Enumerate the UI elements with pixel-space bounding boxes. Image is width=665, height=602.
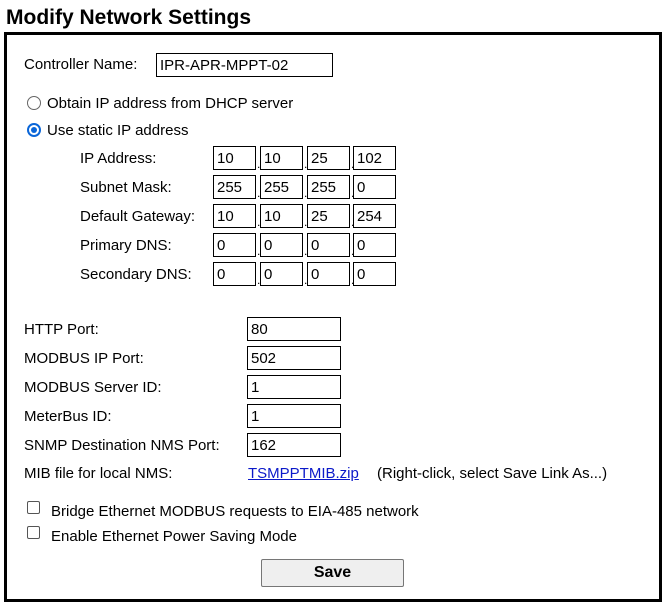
save-button[interactable]: Save — [261, 559, 404, 587]
default-gateway-octet-2[interactable] — [260, 204, 303, 228]
snmp-nms-port-input[interactable] — [247, 433, 341, 457]
primary-dns-label: Primary DNS: — [80, 237, 172, 254]
dhcp-radio[interactable] — [27, 96, 41, 110]
ip-address-octet-1[interactable] — [213, 146, 256, 170]
ip-address-label: IP Address: — [80, 150, 157, 167]
modbus-server-id-input[interactable] — [247, 375, 341, 399]
http-port-input[interactable] — [247, 317, 341, 341]
secondary-dns-octet-4[interactable] — [353, 262, 396, 286]
network-settings-panel: Controller Name: Obtain IP address from … — [4, 32, 662, 602]
primary-dns-octet-1[interactable] — [213, 233, 256, 257]
subnet-mask-octet-2[interactable] — [260, 175, 303, 199]
static-ip-radio-label[interactable]: Use static IP address — [47, 122, 188, 140]
default-gateway-octet-3[interactable] — [307, 204, 350, 228]
primary-dns-octet-2[interactable] — [260, 233, 303, 257]
static-ip-radio[interactable] — [27, 123, 41, 137]
secondary-dns-label: Secondary DNS: — [80, 266, 192, 283]
bridge-modbus-checkbox[interactable] — [27, 501, 40, 514]
power-saving-checkbox[interactable] — [27, 526, 40, 539]
default-gateway-label: Default Gateway: — [80, 208, 196, 225]
default-gateway-octet-1[interactable] — [213, 204, 256, 228]
primary-dns-octet-3[interactable] — [307, 233, 350, 257]
subnet-mask-octet-4[interactable] — [353, 175, 396, 199]
controller-name-label: Controller Name: — [24, 56, 138, 73]
power-saving-label[interactable]: Enable Ethernet Power Saving Mode — [51, 528, 297, 546]
http-port-label: HTTP Port: — [24, 321, 99, 338]
modbus-ip-port-input[interactable] — [247, 346, 341, 370]
subnet-mask-octet-3[interactable] — [307, 175, 350, 199]
mib-file-label: MIB file for local NMS: — [24, 465, 173, 482]
bridge-modbus-label[interactable]: Bridge Ethernet MODBUS requests to EIA-4… — [51, 503, 419, 521]
ip-address-octet-4[interactable] — [353, 146, 396, 170]
snmp-nms-port-label: SNMP Destination NMS Port: — [24, 437, 220, 454]
mib-file-note: (Right-click, select Save Link As...) — [377, 465, 608, 482]
ip-address-octet-2[interactable] — [260, 146, 303, 170]
modbus-server-id-label: MODBUS Server ID: — [24, 379, 162, 396]
dhcp-radio-label[interactable]: Obtain IP address from DHCP server — [47, 95, 293, 113]
secondary-dns-octet-3[interactable] — [307, 262, 350, 286]
secondary-dns-octet-2[interactable] — [260, 262, 303, 286]
controller-name-input[interactable] — [156, 53, 333, 77]
subnet-mask-label: Subnet Mask: — [80, 179, 172, 196]
primary-dns-octet-4[interactable] — [353, 233, 396, 257]
page-title: Modify Network Settings — [6, 6, 252, 29]
meterbus-id-label: MeterBus ID: — [24, 408, 112, 425]
default-gateway-octet-4[interactable] — [353, 204, 396, 228]
mib-file-link[interactable]: TSMPPTMIB.zip — [248, 465, 359, 483]
meterbus-id-input[interactable] — [247, 404, 341, 428]
ip-address-octet-3[interactable] — [307, 146, 350, 170]
subnet-mask-octet-1[interactable] — [213, 175, 256, 199]
secondary-dns-octet-1[interactable] — [213, 262, 256, 286]
modbus-ip-port-label: MODBUS IP Port: — [24, 350, 144, 367]
